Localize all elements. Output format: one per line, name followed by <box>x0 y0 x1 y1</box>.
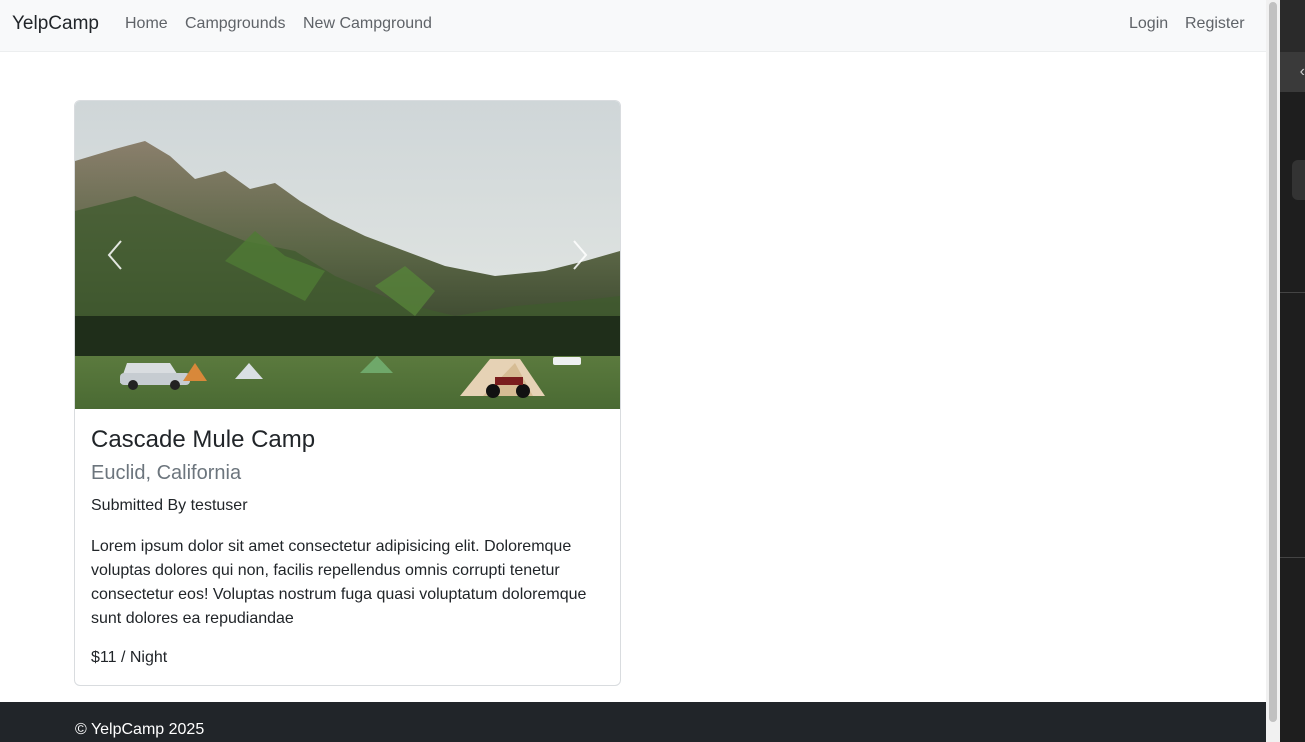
campground-description: Lorem ipsum dolor sit amet consectetur a… <box>91 538 587 627</box>
campground-card: Cascade Mule Camp Euclid, California Sub… <box>74 100 621 686</box>
side-panel-divider <box>1280 292 1305 293</box>
campground-title: Cascade Mule Camp <box>91 426 316 453</box>
page-scrollbar[interactable] <box>1266 0 1280 742</box>
campground-mountain-photo <box>75 101 620 409</box>
nav-link-register[interactable]: Register <box>1185 15 1245 33</box>
side-panel-back-icon[interactable]: ‹ <box>1280 52 1305 92</box>
nav-link-campgrounds[interactable]: Campgrounds <box>185 15 286 33</box>
chevron-right-icon <box>573 240 588 270</box>
scrollbar-thumb[interactable] <box>1269 2 1277 722</box>
campground-price: $11 / Night <box>91 649 168 666</box>
browser-viewport: YelpCamp Home Campgrounds New Campground… <box>0 0 1266 742</box>
nav-link-new-campground[interactable]: New Campground <box>303 15 432 33</box>
side-panel-divider <box>1280 557 1305 558</box>
carousel-next-button[interactable] <box>540 101 620 409</box>
carousel-prev-button[interactable] <box>75 101 155 409</box>
side-panel-tab[interactable] <box>1292 160 1305 200</box>
image-carousel <box>75 101 620 409</box>
side-panel-header <box>1280 0 1305 52</box>
footer: © YelpCamp 2025 <box>0 702 1266 742</box>
nav-link-login[interactable]: Login <box>1129 15 1168 33</box>
brand-link[interactable]: YelpCamp <box>12 13 99 35</box>
devtools-side-panel: ‹ <box>1280 0 1305 742</box>
nav-link-home[interactable]: Home <box>125 15 168 33</box>
chevron-left-icon <box>107 240 122 270</box>
campground-location: Euclid, California <box>91 462 242 484</box>
navbar: YelpCamp Home Campgrounds New Campground… <box>0 0 1266 52</box>
submitted-by: Submitted By testuser <box>91 497 248 514</box>
footer-copyright: © YelpCamp 2025 <box>75 721 205 738</box>
